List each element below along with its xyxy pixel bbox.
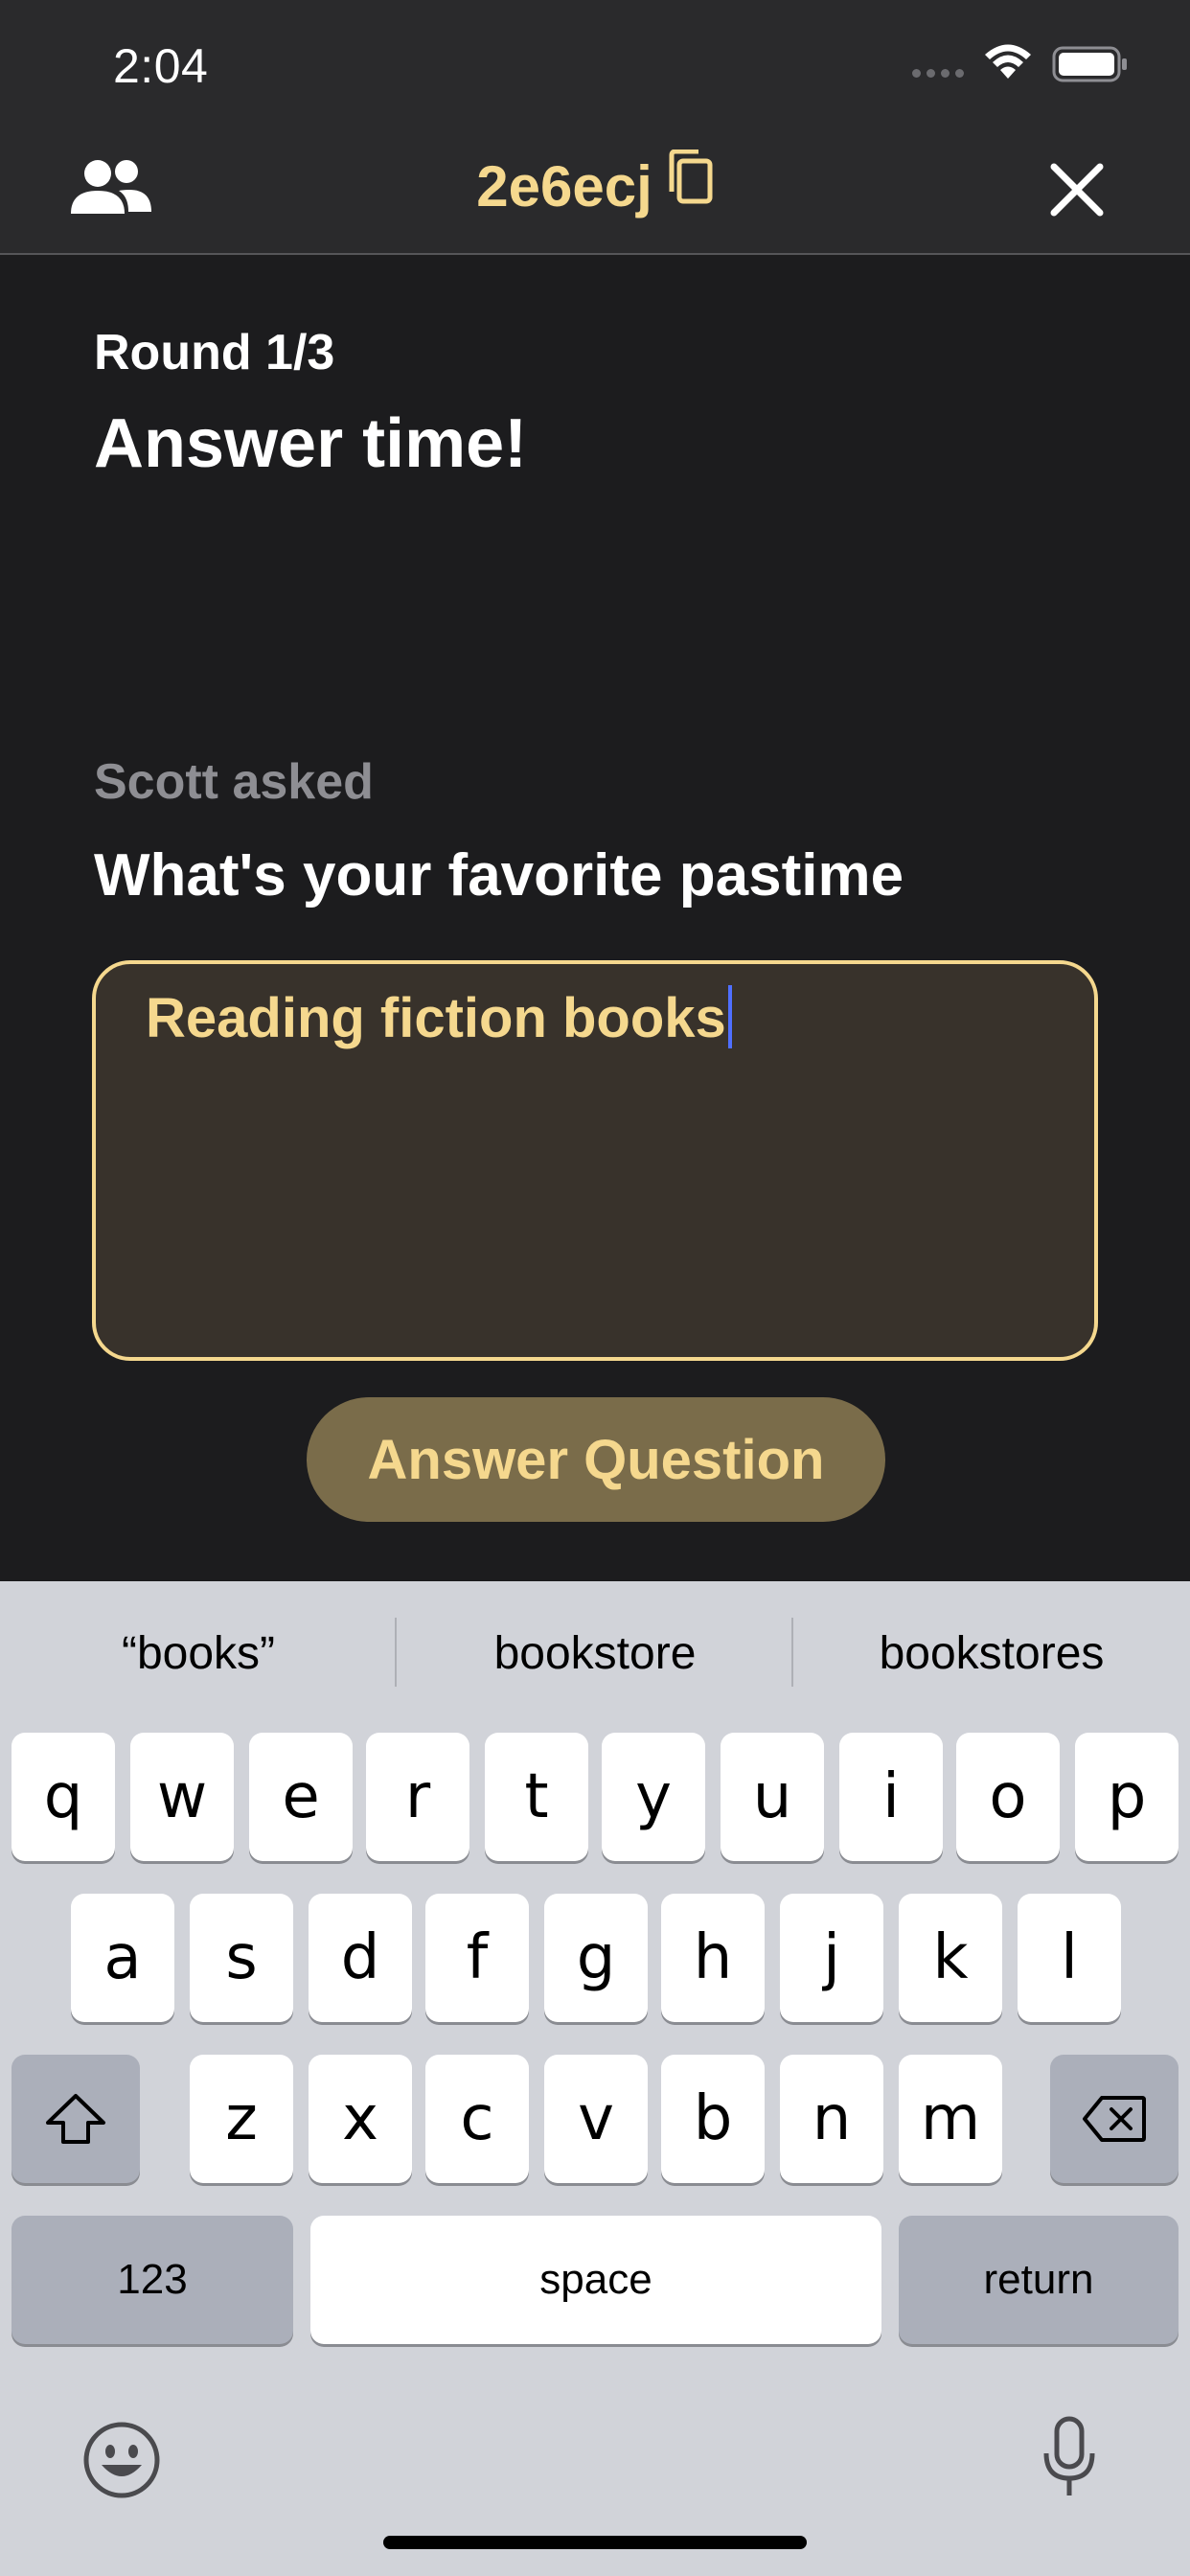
key-b[interactable]: b	[661, 2055, 765, 2183]
battery-icon	[1052, 46, 1127, 82]
key-j[interactable]: j	[780, 1894, 883, 2022]
key-v[interactable]: v	[544, 2055, 648, 2183]
delete-icon	[1083, 2096, 1146, 2142]
key-h[interactable]: h	[661, 1894, 765, 2022]
numbers-key[interactable]: 123	[11, 2216, 293, 2344]
copy-icon[interactable]	[666, 149, 714, 209]
shift-icon	[46, 2094, 105, 2144]
close-icon[interactable]	[1050, 163, 1104, 217]
question-text: What's your favorite pastime	[94, 842, 904, 908]
key-i[interactable]: i	[839, 1733, 943, 1861]
key-n[interactable]: n	[780, 2055, 883, 2183]
cellular-signal-icon	[912, 69, 964, 78]
text-caret	[727, 985, 732, 1048]
key-a[interactable]: a	[71, 1894, 174, 2022]
suggestion-1[interactable]: “books”	[0, 1581, 397, 1725]
key-c[interactable]: c	[425, 2055, 529, 2183]
suggestion-2[interactable]: bookstore	[397, 1581, 793, 1725]
key-p[interactable]: p	[1075, 1733, 1179, 1861]
key-l[interactable]: l	[1018, 1894, 1121, 2022]
answer-question-button[interactable]: Answer Question	[307, 1397, 885, 1522]
wifi-icon	[985, 44, 1031, 79]
key-o[interactable]: o	[956, 1733, 1060, 1861]
key-x[interactable]: x	[309, 2055, 412, 2183]
shift-key[interactable]	[11, 2055, 140, 2183]
key-z[interactable]: z	[190, 2055, 293, 2183]
key-e[interactable]: e	[249, 1733, 353, 1861]
key-y[interactable]: y	[602, 1733, 705, 1861]
key-q[interactable]: q	[11, 1733, 115, 1861]
key-f[interactable]: f	[425, 1894, 529, 2022]
question-asker: Scott asked	[94, 754, 374, 810]
microphone-icon[interactable]	[1041, 2415, 1098, 2501]
home-indicator[interactable]	[383, 2536, 807, 2549]
emoji-icon[interactable]	[82, 2421, 161, 2499]
key-t[interactable]: t	[485, 1733, 588, 1861]
suggestion-bar: “books” bookstore bookstores	[0, 1581, 1190, 1725]
suggestion-3[interactable]: bookstores	[793, 1581, 1190, 1725]
page-title: Answer time!	[94, 405, 528, 482]
key-m[interactable]: m	[899, 2055, 1002, 2183]
key-w[interactable]: w	[130, 1733, 234, 1861]
key-d[interactable]: d	[309, 1894, 412, 2022]
key-s[interactable]: s	[190, 1894, 293, 2022]
key-g[interactable]: g	[544, 1894, 648, 2022]
top-bar: 2:04 2e6ecj	[0, 0, 1190, 255]
status-time: 2:04	[113, 39, 209, 93]
key-r[interactable]: r	[366, 1733, 469, 1861]
key-u[interactable]: u	[721, 1733, 824, 1861]
round-label: Round 1/3	[94, 325, 335, 380]
room-code: 2e6ecj	[476, 154, 652, 218]
key-k[interactable]: k	[899, 1894, 1002, 2022]
answer-question-label: Answer Question	[367, 1428, 825, 1491]
return-key[interactable]: return	[899, 2216, 1179, 2344]
answer-textarea[interactable]: Reading fiction books	[92, 960, 1098, 1361]
delete-key[interactable]	[1050, 2055, 1179, 2183]
answer-text: Reading fiction books	[146, 987, 726, 1049]
space-key[interactable]: space	[310, 2216, 881, 2344]
